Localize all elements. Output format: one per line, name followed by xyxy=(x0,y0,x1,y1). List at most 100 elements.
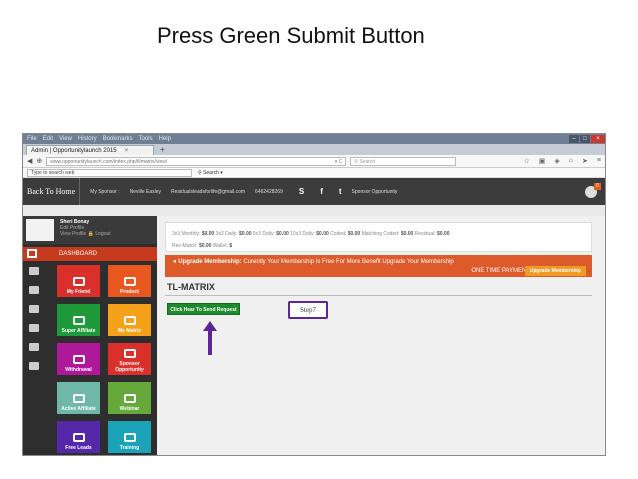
menu-edit[interactable]: Edit xyxy=(43,136,53,142)
tab-close-icon[interactable]: × xyxy=(125,146,129,155)
pocket-icon[interactable]: ◈ xyxy=(554,157,559,165)
minimize-button[interactable]: – xyxy=(569,135,579,143)
tile-label: Withdrawal xyxy=(65,367,92,373)
book-icon[interactable] xyxy=(29,343,39,351)
sidebar-icon-column xyxy=(23,261,45,370)
tile-webinar[interactable]: Webinar xyxy=(108,382,151,414)
stat-value: $0.00 xyxy=(201,231,215,237)
reload-icon[interactable]: ▾ C xyxy=(335,158,343,166)
stat-value: $0.00 xyxy=(400,231,414,237)
stat-label: Residual: xyxy=(414,231,436,237)
sponsor-opportunity-link[interactable]: Sponsor Opportunity xyxy=(352,189,398,195)
twitter-icon[interactable]: t xyxy=(339,187,342,196)
tile-icon xyxy=(72,316,85,325)
menu-history[interactable]: History xyxy=(78,136,97,142)
web-search-input[interactable]: Type to search web xyxy=(27,168,192,177)
tile-label: Active Affiliate xyxy=(61,406,96,412)
send-request-button[interactable]: Click Hear To Send Request xyxy=(167,303,240,315)
back-to-home-link[interactable]: Back To Home xyxy=(23,178,81,205)
tile-sponsor-opportunity[interactable]: Sponsor Opportunity xyxy=(108,343,151,375)
stat-value: $0.00 xyxy=(347,231,361,237)
upgrade-heading: Upgrade Membership: xyxy=(178,259,242,265)
grid-icon[interactable] xyxy=(29,267,39,275)
tile-icon xyxy=(72,433,85,442)
menu-bookmarks[interactable]: Bookmarks xyxy=(103,136,133,142)
star-icon[interactable]: ☆ xyxy=(524,157,530,165)
globe-icon: ⊕ xyxy=(36,158,43,165)
menu-tools[interactable]: Tools xyxy=(139,136,153,142)
star-icon[interactable] xyxy=(29,362,39,370)
tab-title: Admin | Opportunitylaunch 2015 xyxy=(31,148,117,154)
tile-label: Super Affiliate xyxy=(61,328,96,334)
logout-link[interactable]: Logout xyxy=(95,231,110,237)
tile-icon xyxy=(123,433,136,442)
stat-value: $0.00 xyxy=(276,231,289,237)
earnings-stats: 3x3 Monthly: $0.00 3x3 Daily: $0.00 5x3 … xyxy=(165,222,592,252)
home-icon[interactable]: ⌂ xyxy=(569,157,573,165)
tile-icon xyxy=(123,316,136,325)
dashboard-item[interactable]: DASHBOARD xyxy=(23,247,157,261)
menu-view[interactable]: View xyxy=(59,136,72,142)
tile-withdrawal[interactable]: Withdrawal xyxy=(57,343,100,375)
divider xyxy=(165,295,592,296)
tile-training[interactable]: Training xyxy=(108,421,151,453)
tile-label: Free Leads xyxy=(65,445,92,451)
url-input[interactable]: www.opportunitylaunch.com/index.php/tl/m… xyxy=(46,156,347,166)
send-icon[interactable]: ➤ xyxy=(582,157,588,165)
briefcase-icon[interactable] xyxy=(29,324,39,332)
notification-badge: 0 xyxy=(594,182,601,190)
monitor-icon xyxy=(27,249,37,258)
new-tab-button[interactable]: + xyxy=(160,145,165,155)
view-profile-link[interactable]: View Profile xyxy=(60,231,86,237)
sponsor-email: Residualsleadsforlife@gmail.com xyxy=(171,188,246,195)
web-search-label: Search xyxy=(203,169,219,176)
stat-value: $0.00 xyxy=(239,231,252,237)
stat-label: Matching Coded: xyxy=(361,231,400,237)
tile-label: Webinar xyxy=(119,406,140,412)
menu-help[interactable]: Help xyxy=(159,136,171,142)
tile-label: Sponsor Opportunity xyxy=(115,361,144,373)
tile-icon xyxy=(72,394,85,403)
window-titlebar: File Edit View History Bookmarks Tools H… xyxy=(23,134,605,144)
maximize-button[interactable]: □ xyxy=(580,135,590,143)
one-time-payment: ONE TIME PAYMENT xyxy=(471,268,530,274)
page-title: TL-MATRIX xyxy=(167,282,215,292)
upgrade-membership-button[interactable]: Upgrade Membership xyxy=(524,266,586,276)
tile-my-friend[interactable]: My Friend xyxy=(57,265,100,297)
menu-file[interactable]: File xyxy=(27,136,37,142)
site-top-nav: Back To Home My Sponsor : Neville Easley… xyxy=(23,178,605,205)
dashboard-label: DASHBOARD xyxy=(59,251,98,257)
tile-label: My Friend xyxy=(66,289,91,295)
users-icon[interactable] xyxy=(29,305,39,313)
clipboard-icon[interactable]: ▣ xyxy=(539,157,546,165)
browser-search-input[interactable]: ⚲ Search xyxy=(350,156,457,166)
tile-super-affiliate[interactable]: Super Affiliate xyxy=(57,304,100,336)
close-window-button[interactable]: × xyxy=(591,135,605,143)
slide-title: Press Green Submit Button xyxy=(157,23,425,48)
arrow-up-icon xyxy=(203,321,217,355)
notification-icon[interactable]: 0 xyxy=(585,182,601,198)
browser-screenshot: File Edit View History Bookmarks Tools H… xyxy=(22,133,606,456)
stat-label: Rev-Match: xyxy=(172,243,198,249)
tile-my-matrix[interactable]: My Matrix xyxy=(108,304,151,336)
facebook-icon[interactable]: f xyxy=(320,187,323,196)
tile-product[interactable]: Product xyxy=(108,265,151,297)
sponsor-name: Neville Easley xyxy=(129,188,162,195)
tile-icon xyxy=(123,394,136,403)
skype-icon[interactable]: S xyxy=(299,187,304,196)
tab-bar: Admin | Opportunitylaunch 2015 × + xyxy=(23,144,605,155)
web-search-button[interactable]: ⚲ Search ▾ xyxy=(198,170,223,176)
stat-label: 3x3 Daily: xyxy=(215,231,238,237)
url-text: www.opportunitylaunch.com/index.php/tl/m… xyxy=(50,158,168,165)
menu-icon[interactable]: ≡ xyxy=(597,157,601,165)
tile-free-leads[interactable]: Free Leads xyxy=(57,421,100,453)
alert-icon: ● xyxy=(173,259,177,265)
tab-admin[interactable]: Admin | Opportunitylaunch 2015 × xyxy=(26,145,154,155)
folder-icon[interactable] xyxy=(29,286,39,294)
back-arrow-icon[interactable]: ◀ xyxy=(27,157,32,165)
address-bar: ◀ ⊕ www.opportunitylaunch.com/index.php/… xyxy=(23,155,605,168)
tile-label: My Matrix xyxy=(117,328,142,334)
tile-icon xyxy=(123,349,136,358)
step-label: Step7 xyxy=(288,301,328,319)
tile-active-affiliate[interactable]: Active Affiliate xyxy=(57,382,100,414)
